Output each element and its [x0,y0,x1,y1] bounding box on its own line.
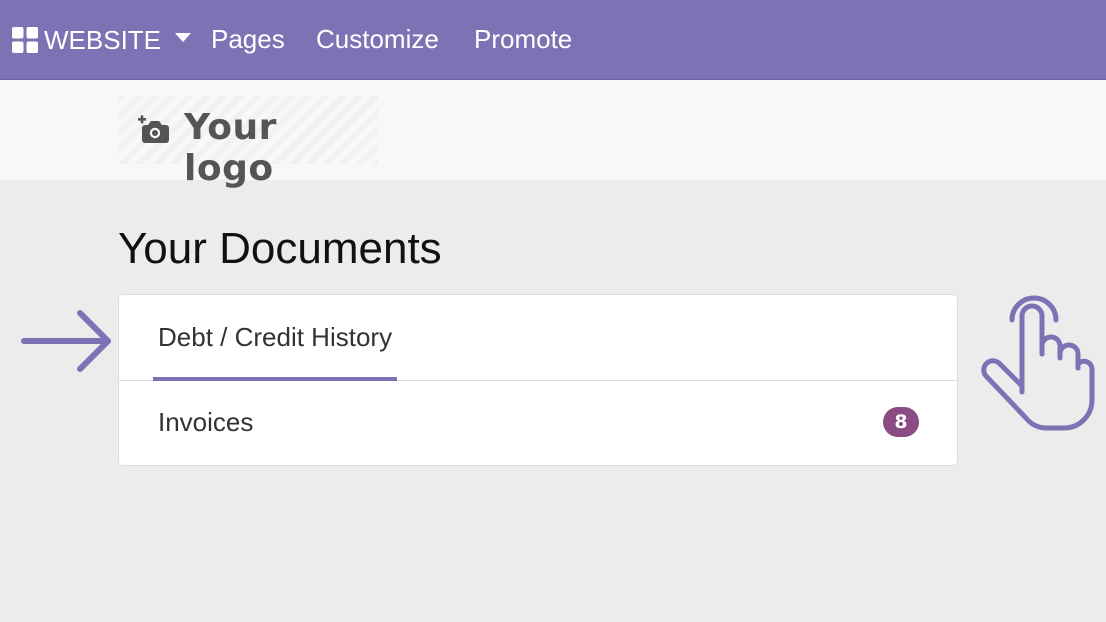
page-title: Your Documents [118,224,442,273]
website-menu-label: WEBSITE [44,25,162,55]
apps-grid-icon [12,27,38,53]
website-top-navbar: WEBSITE Pages Customize Promote [0,0,1106,80]
logo-placeholder[interactable]: Your logo [118,96,378,189]
documents-list-card: Debt / Credit History Invoices 8 [118,294,958,466]
nav-pages[interactable]: Pages [211,0,285,80]
list-item-label: Debt / Credit History [158,322,393,352]
camera-add-icon [138,115,169,143]
caret-down-icon [175,32,192,42]
website-menu-dropdown[interactable]: WEBSITE [12,0,192,80]
nav-promote[interactable]: Promote [474,0,572,80]
list-item-label: Invoices [158,407,254,437]
arrow-right-icon [21,310,111,372]
site-header: Your logo [0,80,1106,189]
list-item-debt-credit-history[interactable]: Debt / Credit History [119,295,957,381]
list-item-invoices[interactable]: Invoices 8 [119,380,957,465]
pointing-hand-icon [981,295,1095,431]
invoices-count-badge: 8 [883,407,919,437]
logo-text: Your logo [184,107,277,189]
nav-customize[interactable]: Customize [316,0,439,80]
